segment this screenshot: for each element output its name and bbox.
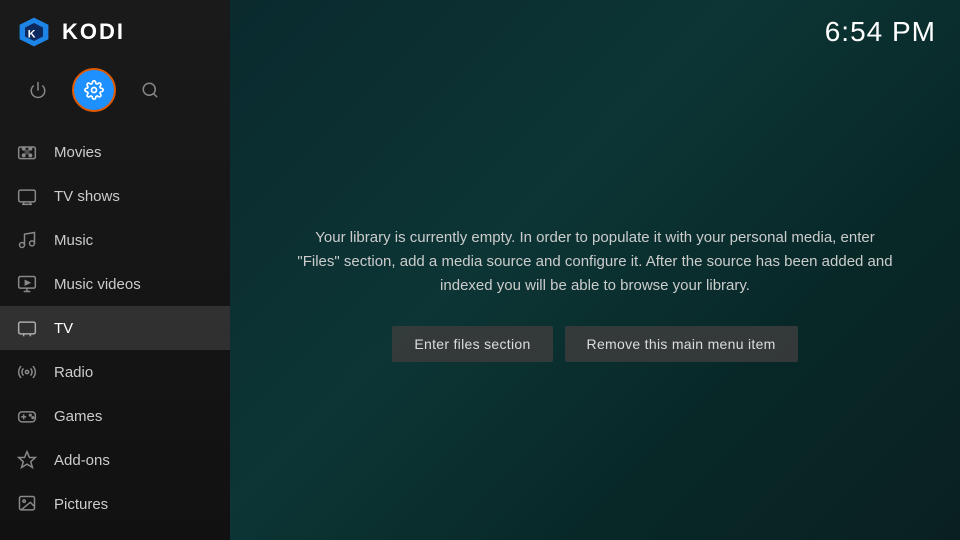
app-container: K KODI	[0, 0, 960, 540]
sidebar-icon-bar	[0, 60, 230, 126]
music-videos-label: Music videos	[54, 276, 141, 293]
sidebar-header: K KODI	[0, 0, 230, 60]
time-display: 6:54 PM	[825, 16, 936, 48]
app-title: KODI	[62, 19, 125, 45]
sidebar-item-tv[interactable]: TV	[0, 306, 230, 350]
svg-text:K: K	[28, 28, 36, 40]
sidebar-item-music-videos[interactable]: Music videos	[0, 262, 230, 306]
kodi-logo-icon: K	[16, 14, 52, 50]
sidebar-item-add-ons[interactable]: Add-ons	[0, 438, 230, 482]
pictures-label: Pictures	[54, 496, 108, 513]
top-bar: 6:54 PM	[230, 0, 960, 48]
sidebar-item-games[interactable]: Games	[0, 394, 230, 438]
games-label: Games	[54, 408, 102, 425]
movies-icon	[16, 141, 38, 163]
sidebar-item-tv-shows[interactable]: TV shows	[0, 174, 230, 218]
sidebar-item-movies[interactable]: Movies	[0, 130, 230, 174]
sidebar-item-music[interactable]: Music	[0, 218, 230, 262]
tv-label: TV	[54, 320, 73, 337]
sidebar-item-radio[interactable]: Radio	[0, 350, 230, 394]
library-empty-message: Your library is currently empty. In orde…	[295, 226, 895, 298]
add-ons-label: Add-ons	[54, 452, 110, 469]
sidebar-nav: Movies TV shows	[0, 126, 230, 540]
tv-shows-icon	[16, 185, 38, 207]
content-area: Your library is currently empty. In orde…	[230, 48, 960, 540]
sidebar-item-pictures[interactable]: Pictures	[0, 482, 230, 526]
settings-button[interactable]	[72, 68, 116, 112]
radio-icon	[16, 361, 38, 383]
enter-files-button[interactable]: Enter files section	[392, 326, 552, 362]
tv-shows-label: TV shows	[54, 188, 120, 205]
music-icon	[16, 229, 38, 251]
add-ons-icon	[16, 449, 38, 471]
action-buttons-group: Enter files section Remove this main men…	[392, 326, 797, 362]
movies-label: Movies	[54, 144, 102, 161]
games-icon	[16, 405, 38, 427]
music-label: Music	[54, 232, 93, 249]
pictures-icon	[16, 493, 38, 515]
power-button[interactable]	[16, 68, 60, 112]
sidebar: K KODI	[0, 0, 230, 540]
search-button[interactable]	[128, 68, 172, 112]
main-content: 6:54 PM Your library is currently empty.…	[230, 0, 960, 540]
tv-icon	[16, 317, 38, 339]
music-videos-icon	[16, 273, 38, 295]
remove-menu-item-button[interactable]: Remove this main menu item	[565, 326, 798, 362]
radio-label: Radio	[54, 364, 93, 381]
